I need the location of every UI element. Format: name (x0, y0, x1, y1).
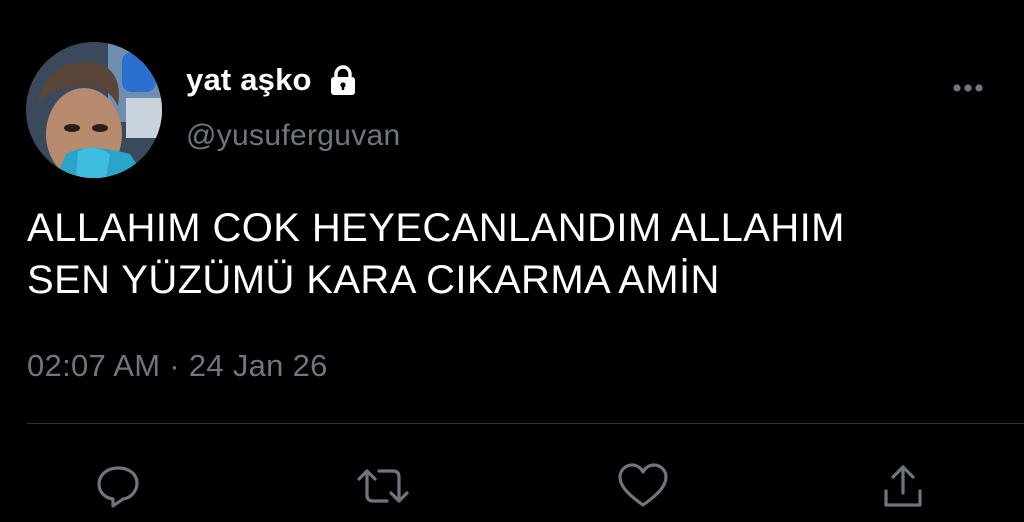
tweet-timestamp[interactable]: 02:07 AM · 24 Jan 26 (27, 348, 328, 384)
divider (27, 423, 1024, 424)
tweet-card: yat aşko @yusuferguvan ALLAHIM COK HEYEC… (0, 0, 1024, 522)
display-name[interactable]: yat aşko (186, 62, 312, 98)
tweet-text-line: ALLAHIM COK HEYECANLANDIM ALLAHIM (27, 206, 845, 250)
share-icon (884, 465, 922, 507)
tweet-text-line: SEN YÜZÜMÜ KARA CIKARMA AMİN (27, 258, 720, 302)
avatar[interactable] (26, 42, 162, 178)
reply-button[interactable] (90, 458, 146, 514)
share-button[interactable] (875, 458, 931, 514)
heart-icon (618, 463, 668, 507)
tweet-text: ALLAHIM COK HEYECANLANDIM ALLAHIM SEN YÜ… (27, 202, 1007, 306)
reply-icon (97, 466, 139, 508)
retweet-icon (357, 469, 409, 503)
like-button[interactable] (615, 458, 671, 514)
user-name-row: yat aşko (186, 60, 360, 100)
lock-icon (326, 63, 360, 97)
retweet-button[interactable] (355, 458, 411, 514)
profile-photo-icon (26, 42, 162, 178)
more-dots-icon[interactable] (946, 76, 990, 100)
user-handle[interactable]: @yusuferguvan (186, 119, 400, 153)
